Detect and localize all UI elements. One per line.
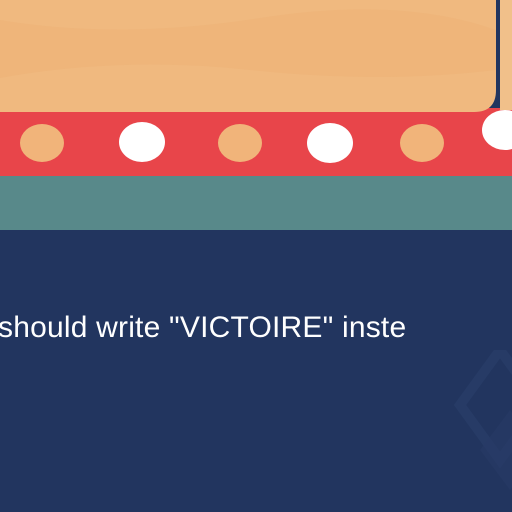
game-screen: should write "VICTOIRE" inste (0, 0, 512, 512)
decorative-banner (0, 0, 512, 230)
banner-dot (218, 124, 262, 162)
message-text: should write "VICTOIRE" inste (0, 311, 407, 344)
message-panel: should write "VICTOIRE" inste (0, 230, 512, 512)
diamond-watermark-icon (453, 350, 512, 490)
banner-right-edge (500, 0, 512, 110)
banner-dot (119, 122, 165, 162)
banner-dot (307, 123, 353, 163)
banner-teal-strip (0, 176, 512, 230)
banner-dot (400, 124, 444, 162)
banner-dot (20, 124, 64, 162)
